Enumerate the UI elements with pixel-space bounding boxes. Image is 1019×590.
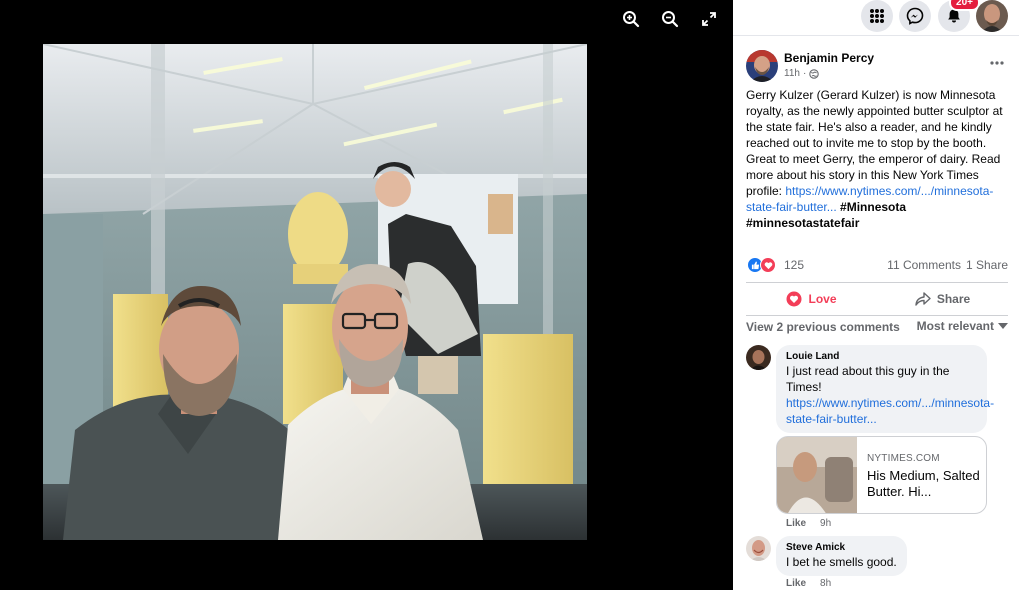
comment-text: I bet he smells good.	[786, 555, 897, 569]
post-panel: Benjamin Percy 11h · Gerry Kulzer (Gerar…	[733, 37, 1019, 590]
comment: Steve Amick I bet he smells good. Like 8…	[746, 536, 1008, 590]
expand-icon[interactable]	[698, 8, 719, 29]
commenter-name[interactable]: Steve Amick	[786, 541, 897, 554]
post-time[interactable]: 11h	[784, 68, 800, 79]
love-reaction-icon	[760, 257, 776, 273]
comments-count[interactable]: 11 Comments	[887, 258, 961, 272]
love-button[interactable]: Love	[746, 283, 877, 315]
more-options-icon[interactable]	[986, 56, 1008, 70]
comment-meta: Like 8h	[786, 578, 831, 589]
post-header: Benjamin Percy 11h ·	[746, 50, 1008, 84]
caret-down-icon	[998, 323, 1008, 329]
post-actions: Love Share	[746, 282, 1008, 316]
post-photo[interactable]	[43, 44, 587, 540]
post-body: Gerry Kulzer (Gerard Kulzer) is now Minn…	[746, 88, 1003, 198]
reaction-icons[interactable]	[747, 257, 776, 273]
comment-like-button[interactable]: Like	[786, 518, 806, 529]
reactions-bar: 125 11 Comments 1 Share	[746, 257, 1008, 273]
link-preview-title: His Medium, Salted Butter. Hi...	[867, 468, 980, 499]
share-button[interactable]: Share	[877, 283, 1008, 315]
link-preview-site: NYTIMES.COM	[867, 453, 940, 464]
link-preview-card[interactable]: NYTIMES.COM His Medium, Salted Butter. H…	[776, 436, 987, 514]
comment-like-button[interactable]: Like	[786, 578, 806, 589]
reaction-count[interactable]: 125	[784, 258, 804, 272]
author-name[interactable]: Benjamin Percy	[784, 51, 874, 65]
messenger-icon[interactable]	[899, 0, 931, 32]
comment-time[interactable]: 9h	[820, 518, 831, 529]
shares-count[interactable]: 1 Share	[966, 258, 1008, 272]
post-text: Gerry Kulzer (Gerard Kulzer) is now Minn…	[746, 87, 1008, 231]
share-label: Share	[936, 292, 971, 306]
globe-icon	[809, 68, 820, 79]
sort-label: Most relevant	[916, 319, 994, 333]
meta-separator: ·	[802, 68, 807, 79]
zoom-in-icon[interactable]	[620, 8, 641, 29]
comment-bubble: Steve Amick I bet he smells good.	[776, 536, 907, 576]
comment-sort-dropdown[interactable]: Most relevant	[917, 319, 1008, 333]
comment-link[interactable]: https://www.nytimes.com/.../minnesota-st…	[786, 396, 994, 426]
notification-badge: 20+	[949, 0, 980, 11]
hashtag-minnesotastatefair[interactable]: #minnesotastatefair	[746, 216, 859, 230]
view-previous-comments[interactable]: View 2 previous comments	[746, 320, 900, 334]
share-icon	[915, 292, 931, 306]
engagement-counts: 11 Comments 1 Share	[887, 258, 1008, 272]
heart-icon	[786, 291, 802, 307]
hashtag-minnesota[interactable]: #Minnesota	[840, 200, 906, 214]
comment-bubble: Louie Land I just read about this guy in…	[776, 345, 994, 433]
grid-menu-icon[interactable]	[861, 0, 893, 32]
comments-header: View 2 previous comments Most relevant	[746, 319, 1008, 336]
zoom-out-icon[interactable]	[659, 8, 680, 29]
top-navigation-bar: 20+	[733, 0, 1019, 36]
comment-avatar[interactable]	[746, 536, 771, 561]
comment: Louie Land I just read about this guy in…	[746, 345, 1008, 540]
comment-avatar[interactable]	[746, 345, 771, 370]
link-preview-image	[777, 437, 857, 513]
author-avatar[interactable]	[746, 50, 778, 82]
comment-meta: Like 9h	[786, 518, 831, 529]
account-avatar[interactable]	[976, 0, 1008, 32]
love-label: Love	[808, 292, 837, 306]
commenter-name[interactable]: Louie Land	[786, 350, 977, 363]
photo-viewer	[0, 0, 733, 590]
comment-text: I just read about this guy in the Times!	[786, 364, 950, 394]
comment-time[interactable]: 8h	[820, 578, 831, 589]
viewer-toolbar	[620, 8, 719, 29]
post-meta: 11h ·	[784, 68, 820, 79]
bell-icon[interactable]: 20+	[938, 0, 980, 32]
